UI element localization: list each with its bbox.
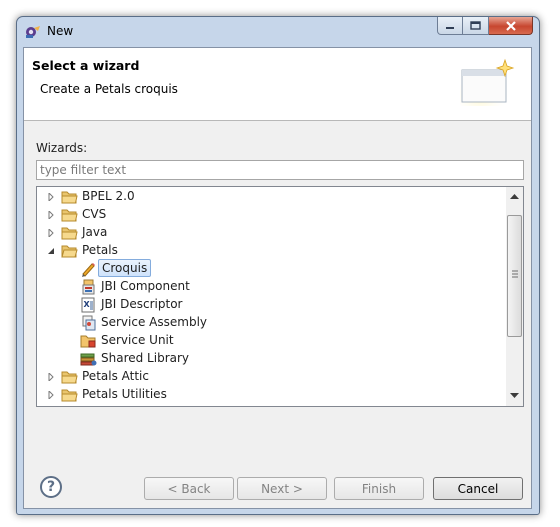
tree-scrollbar[interactable] bbox=[506, 187, 523, 406]
tree-item-label: Croquis bbox=[98, 259, 152, 277]
tree-item-label: Service Unit bbox=[101, 333, 174, 347]
close-icon bbox=[505, 20, 516, 31]
expand-arrow-icon[interactable] bbox=[47, 391, 55, 399]
tree-item-label: Service Assembly bbox=[101, 315, 208, 329]
tree-item-label: CVS bbox=[82, 207, 107, 221]
tree-item-service-assembly[interactable]: Service Assembly bbox=[37, 314, 507, 332]
tree-item-petals-utilities[interactable]: Petals Utilities bbox=[37, 386, 507, 404]
tree-item-shared-library[interactable]: Shared Library bbox=[37, 350, 507, 368]
maximize-button[interactable] bbox=[463, 17, 489, 35]
folder-icon bbox=[61, 389, 78, 402]
folder-icon bbox=[61, 191, 78, 204]
shared-library-icon bbox=[80, 353, 97, 366]
scroll-up-icon[interactable] bbox=[510, 193, 519, 199]
pencil-icon bbox=[82, 263, 95, 277]
tree-item-label: JBI Component bbox=[101, 279, 190, 293]
folder-icon bbox=[61, 209, 78, 222]
window-title: New bbox=[47, 24, 74, 38]
jbi-component-icon bbox=[82, 279, 95, 295]
button-bar: ? < Back Next > Finish Cancel bbox=[24, 468, 531, 508]
expand-arrow-icon[interactable] bbox=[47, 373, 55, 381]
tree-item-label: Shared Library bbox=[101, 351, 190, 365]
expand-arrow-icon[interactable] bbox=[47, 211, 55, 219]
help-button[interactable]: ? bbox=[40, 476, 62, 498]
wizard-tree[interactable]: BPEL 2.0 CVS Java Petals Croquis JBI Com… bbox=[36, 186, 524, 407]
tree-item-jbi-descriptor[interactable]: X JBI Descriptor bbox=[37, 296, 507, 314]
maximize-icon bbox=[470, 21, 481, 30]
tree-item-jbi-component[interactable]: JBI Component bbox=[37, 278, 507, 296]
folder-open-icon bbox=[61, 245, 78, 258]
wizard-header: Select a wizard Create a Petals croquis bbox=[24, 48, 531, 121]
cancel-button[interactable]: Cancel bbox=[433, 477, 523, 500]
folder-icon bbox=[61, 371, 78, 384]
tree-item-petals[interactable]: Petals bbox=[37, 242, 507, 260]
new-wizard-banner-icon bbox=[460, 58, 515, 106]
tree-item-label: Petals bbox=[82, 243, 118, 257]
svg-text:X: X bbox=[84, 300, 91, 309]
new-wizard-dialog: New Select a wizard Create a Petals croq… bbox=[16, 16, 540, 515]
page-title: Select a wizard bbox=[32, 58, 140, 73]
minimize-button[interactable] bbox=[437, 17, 463, 35]
back-button[interactable]: < Back bbox=[144, 477, 234, 500]
tree-item-cvs[interactable]: CVS bbox=[37, 206, 507, 224]
grip-icon bbox=[512, 270, 518, 278]
tree-item-java[interactable]: Java bbox=[37, 224, 507, 242]
tree-item-bpel[interactable]: BPEL 2.0 bbox=[37, 188, 507, 206]
tree-item-label: Java bbox=[82, 225, 108, 239]
minimize-icon bbox=[446, 26, 454, 29]
xml-descriptor-icon: X bbox=[81, 297, 95, 313]
next-button[interactable]: Next > bbox=[237, 477, 327, 500]
tree-item-petals-attic[interactable]: Petals Attic bbox=[37, 368, 507, 386]
scroll-down-icon[interactable] bbox=[510, 393, 519, 399]
collapse-arrow-icon[interactable] bbox=[47, 247, 55, 255]
title-bar[interactable]: New bbox=[17, 17, 539, 47]
tree-item-croquis[interactable]: Croquis bbox=[37, 259, 507, 278]
dialog-content: Select a wizard Create a Petals croquis … bbox=[23, 47, 532, 509]
filter-input[interactable] bbox=[36, 160, 524, 180]
service-unit-icon bbox=[80, 335, 96, 348]
wizards-label: Wizards: bbox=[36, 141, 88, 155]
finish-button[interactable]: Finish bbox=[334, 477, 424, 500]
expand-arrow-icon[interactable] bbox=[47, 229, 55, 237]
close-button[interactable] bbox=[489, 17, 533, 35]
folder-icon bbox=[61, 227, 78, 240]
tree-item-label: JBI Descriptor bbox=[101, 297, 183, 311]
caption-buttons bbox=[437, 17, 533, 37]
expand-arrow-icon[interactable] bbox=[47, 193, 55, 201]
tree-item-label: Petals Attic bbox=[82, 369, 149, 383]
scrollbar-thumb[interactable] bbox=[507, 215, 522, 337]
tree-item-service-unit[interactable]: Service Unit bbox=[37, 332, 507, 350]
page-description: Create a Petals croquis bbox=[40, 82, 178, 96]
service-assembly-icon bbox=[82, 315, 96, 331]
eclipse-app-icon bbox=[26, 26, 40, 38]
tree-item-label: Petals Utilities bbox=[82, 387, 167, 401]
tree-item-label: BPEL 2.0 bbox=[82, 189, 135, 203]
